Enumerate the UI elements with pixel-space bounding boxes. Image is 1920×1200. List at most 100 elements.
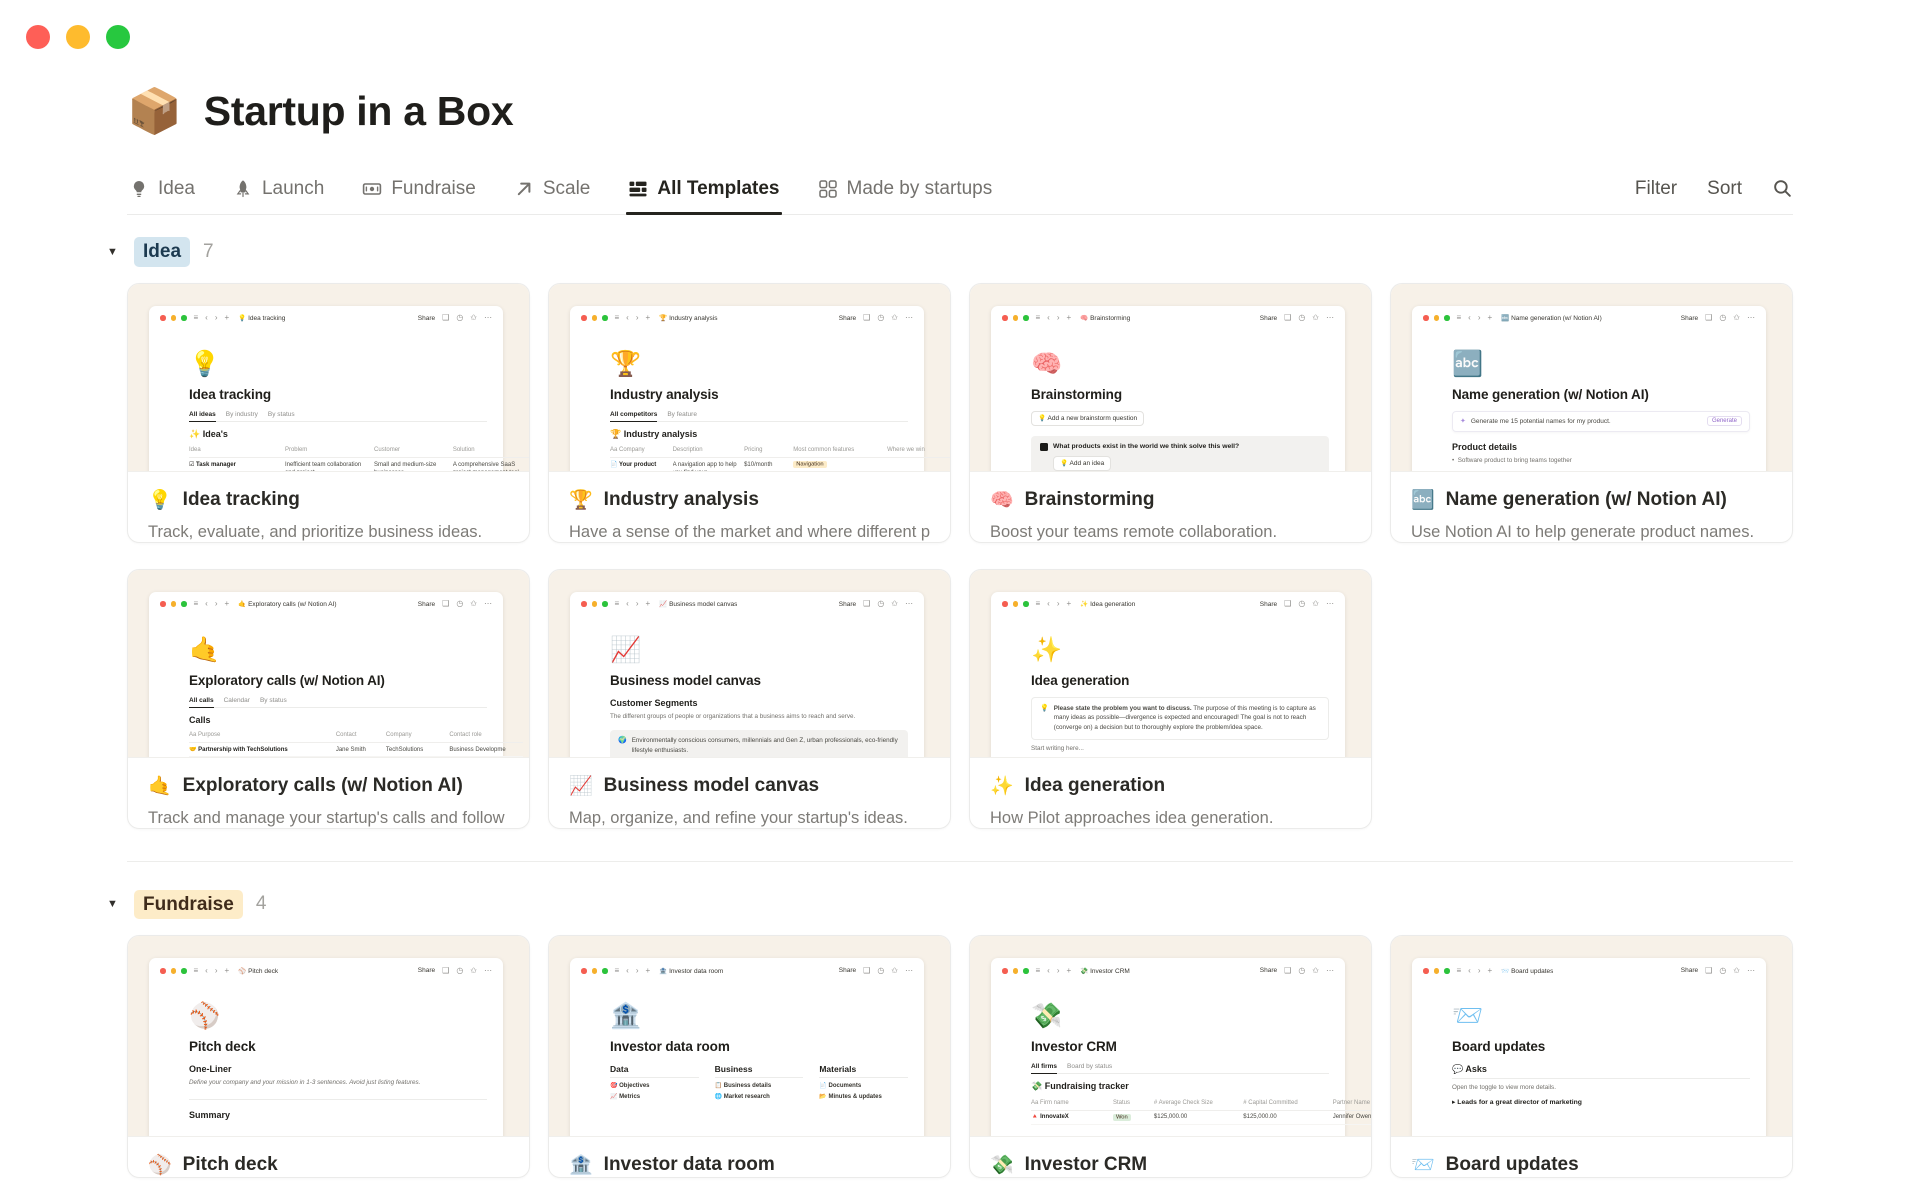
preview-table-row: 🔺 InnovateX Won $125,000.00 $125,000.00 Jenn… bbox=[1031, 1111, 1371, 1126]
share-label: Share bbox=[1680, 967, 1699, 975]
filter-button[interactable]: Filter bbox=[1635, 178, 1677, 200]
card-description: Track, evaluate, and prioritize business… bbox=[148, 522, 483, 541]
section-name-pill[interactable]: Fundraise bbox=[134, 889, 243, 920]
minimize-button[interactable] bbox=[66, 25, 90, 49]
share-label: Share bbox=[838, 967, 857, 975]
page-icon[interactable]: 📦 bbox=[127, 89, 182, 134]
sort-button[interactable]: Sort bbox=[1707, 178, 1742, 200]
template-grid-icon bbox=[628, 179, 648, 199]
lightbulb-icon bbox=[129, 179, 149, 199]
mini-close-icon bbox=[1002, 968, 1008, 974]
section-count: 4 bbox=[255, 893, 267, 915]
preview-callout: 💡 Please state the problem you want to di… bbox=[1031, 696, 1329, 740]
template-card-name-generation-w-notion-ai[interactable]: ≡ ‹ › + 🔤 Name generation (w/ Notion AI) Shar… bbox=[1390, 282, 1793, 543]
mini-maximize-icon bbox=[1023, 601, 1029, 607]
tab-made-by-startups[interactable]: Made by startups bbox=[816, 163, 995, 214]
preview-bullet: • Software product to bring teams togeth… bbox=[1452, 456, 1572, 464]
comment-icon: ❑ bbox=[442, 599, 450, 609]
close-button[interactable] bbox=[26, 25, 50, 49]
preview-table-cell: 🤝 Partnership with TechSolutions bbox=[189, 743, 336, 757]
preview-ai-prompt: ✦ Generate me 15 potential names for my p… bbox=[1452, 410, 1750, 432]
callout-icon: 🌍 bbox=[618, 737, 627, 745]
card-preview: ≡ ‹ › + 🧠 Brainstorming Share ❑ ◷ ✩ ⋯ 🧠 Brainstormi… bbox=[970, 283, 1371, 472]
preview-table-cell: $125,000.00 bbox=[1243, 1111, 1333, 1126]
template-card-brainstorming[interactable]: ≡ ‹ › + 🧠 Brainstorming Share ❑ ◷ ✩ ⋯ 🧠 Brainstormi… bbox=[969, 282, 1372, 543]
preview-table-header: Solution bbox=[452, 444, 529, 459]
mini-minimize-icon bbox=[1012, 968, 1018, 974]
preview-paragraph: Open the toggle to view more details. bbox=[1452, 1084, 1556, 1092]
sparkle-icon: ✦ bbox=[1460, 418, 1466, 426]
preview-tab: All calls bbox=[189, 697, 214, 708]
star-icon: ✩ bbox=[1733, 965, 1740, 975]
preview-page-title: Idea tracking bbox=[189, 386, 271, 402]
preview-window: ≡ ‹ › + 🧠 Brainstorming Share ❑ ◷ ✩ ⋯ 🧠 Brainstormi… bbox=[991, 305, 1345, 471]
comment-icon: ❑ bbox=[442, 965, 450, 975]
template-card-investor-crm[interactable]: ≡ ‹ › + 💸 Investor CRM Share ❑ ◷ ✩ ⋯ 💸 Investor CRM… bbox=[969, 935, 1372, 1179]
preview-window-body: ⚾ Pitch deck One-Liner Define your company … bbox=[149, 1004, 503, 1120]
preview-page-title: Industry analysis bbox=[610, 386, 719, 402]
preview-window-body: 🏆 Industry analysis All competitors By feat… bbox=[570, 351, 950, 471]
card-title: ✨ Idea generation bbox=[990, 774, 1166, 797]
preview-table-cell: ☑ Task manager bbox=[189, 458, 285, 471]
preview-question-block: What products exist in the world we thin… bbox=[1031, 435, 1329, 471]
template-card-board-updates[interactable]: ≡ ‹ › + 📨 Board updates Share ❑ ◷ ✩ ⋯ 📨 Board updat… bbox=[1390, 935, 1793, 1179]
search-icon[interactable] bbox=[1772, 178, 1793, 199]
collapse-triangle-icon[interactable]: ▼ bbox=[107, 898, 121, 910]
maximize-button[interactable] bbox=[106, 25, 130, 49]
card-info: 🏆 Industry analysis Have a sense of the ma… bbox=[549, 472, 950, 542]
section-name-pill[interactable]: Idea bbox=[134, 237, 191, 267]
card-info: 💸 Investor CRM bbox=[970, 1137, 1371, 1177]
template-card-exploratory-calls-w-notion-ai[interactable]: ≡ ‹ › + 🤙 Exploratory calls (w/ Notion AI) Sh… bbox=[127, 568, 530, 829]
preview-tab: All ideas bbox=[189, 411, 216, 422]
collapse-triangle-icon[interactable]: ▼ bbox=[107, 246, 121, 258]
preview-window: ≡ ‹ › + 🤙 Exploratory calls (w/ Notion AI) Sh… bbox=[149, 591, 523, 757]
preview-table-cell bbox=[887, 458, 950, 471]
clock-icon: ◷ bbox=[877, 599, 885, 609]
template-card-idea-generation[interactable]: ≡ ‹ › + ✨ Idea generation Share ❑ ◷ ✩ ⋯ ✨ Idea gene… bbox=[969, 568, 1372, 829]
clock-icon: ◷ bbox=[456, 965, 464, 975]
card-info: 💡 Idea tracking Track, evaluate, and prior… bbox=[128, 472, 529, 542]
preview-window-body: ✨ Idea generation 💡 Please state the proble… bbox=[991, 637, 1345, 757]
preview-table-cell: Business Developme bbox=[449, 743, 523, 757]
plus-icon: + bbox=[1066, 313, 1072, 323]
back-icon: ‹ bbox=[626, 313, 629, 323]
preview-subheading: 💬 Asks bbox=[1452, 1064, 1750, 1080]
sections: ▼ Idea 7 ≡ ‹ › + 💡 Idea tracking Share ❑ ◷ ✩ ⋯ 💡 Idea … bbox=[107, 237, 1793, 1179]
card-description: Have a sense of the market and where dif… bbox=[569, 522, 930, 541]
template-card-investor-data-room[interactable]: ≡ ‹ › + 🏦 Investor data room Share ❑ ◷ ✩ ⋯ 🏦 Invest… bbox=[548, 935, 951, 1179]
preview-table-cell: 🔺 InnovateX bbox=[1031, 1111, 1113, 1126]
card-emoji: 🔤 bbox=[1411, 489, 1435, 511]
preview-view-tabs: All ideas By industry By status bbox=[189, 411, 487, 422]
mini-close-icon bbox=[581, 968, 587, 974]
template-card-business-model-canvas[interactable]: ≡ ‹ › + 📈 Business model canvas Share ❑ ◷ ✩ ⋯ 📈 Bus… bbox=[548, 568, 951, 829]
preview-table-cell: $10/month bbox=[744, 458, 793, 471]
forward-icon: › bbox=[1477, 965, 1481, 975]
preview-tab: By industry bbox=[225, 410, 258, 418]
card-grid: ≡ ‹ › + 💡 Idea tracking Share ❑ ◷ ✩ ⋯ 💡 Idea tracki… bbox=[127, 282, 1793, 829]
tab-scale[interactable]: Scale bbox=[512, 163, 593, 214]
tab-fundraise[interactable]: Fundraise bbox=[360, 163, 478, 214]
template-card-idea-tracking[interactable]: ≡ ‹ › + 💡 Idea tracking Share ❑ ◷ ✩ ⋯ 💡 Idea tracki… bbox=[127, 282, 530, 543]
preview-window-title: 📈 Business model canvas bbox=[659, 601, 738, 609]
preview-table-header: Pricing bbox=[744, 444, 794, 459]
comment-icon: ❑ bbox=[863, 599, 871, 609]
clock-icon: ◷ bbox=[456, 599, 464, 609]
forward-icon: › bbox=[1056, 313, 1060, 323]
card-info: 📨 Board updates bbox=[1391, 1137, 1792, 1177]
card-emoji: 🏦 bbox=[569, 1155, 593, 1177]
tab-launch[interactable]: Launch bbox=[231, 163, 326, 214]
preview-window: ≡ ‹ › + ✨ Idea generation Share ❑ ◷ ✩ ⋯ ✨ Idea gene… bbox=[991, 591, 1345, 757]
section-count: 7 bbox=[203, 240, 214, 262]
template-card-industry-analysis[interactable]: ≡ ‹ › + 🏆 Industry analysis Share ❑ ◷ ✩ ⋯ 🏆 Industr… bbox=[548, 282, 951, 543]
preview-page-title: Business model canvas bbox=[610, 672, 761, 688]
tab-idea[interactable]: Idea bbox=[127, 163, 197, 214]
more-icon: ⋯ bbox=[484, 599, 492, 609]
preview-window-title: 🧠 Brainstorming bbox=[1080, 315, 1131, 323]
template-card-pitch-deck[interactable]: ≡ ‹ › + ⚾ Pitch deck Share ❑ ◷ ✩ ⋯ ⚾ Pitch deck One-… bbox=[127, 935, 530, 1179]
preview-table: Aa Purpose Contact Company Contact role 🤝 Pa… bbox=[189, 729, 523, 757]
menu-icon: ≡ bbox=[193, 313, 199, 323]
status-tag: Navigation bbox=[793, 461, 827, 469]
card-emoji: 📨 bbox=[1411, 1155, 1435, 1177]
tab-all-templates[interactable]: All Templates bbox=[626, 163, 782, 215]
card-preview: ≡ ‹ › + 📈 Business model canvas Share ❑ ◷ ✩ ⋯ 📈 Bus… bbox=[549, 569, 950, 758]
